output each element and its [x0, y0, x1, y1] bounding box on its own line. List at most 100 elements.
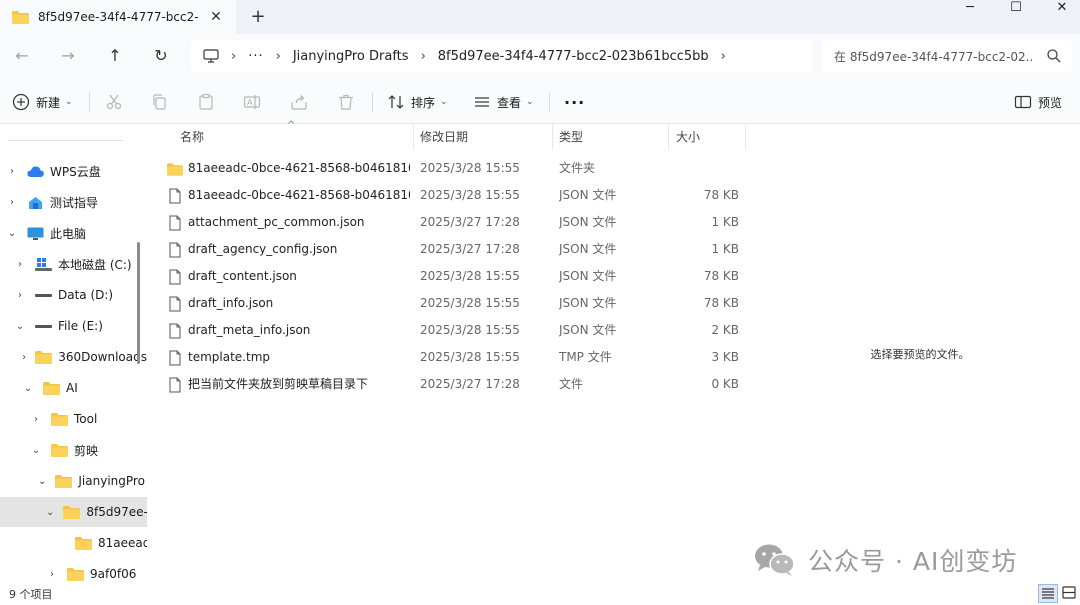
breadcrumb-current-folder[interactable]: 8f5d97ee-34f4-4777-bcc2-023b61bcc5bb	[438, 49, 709, 64]
close-tab-icon[interactable]: ✕	[207, 8, 225, 26]
sidebar-item-label: File (E:)	[58, 319, 103, 333]
column-header-size[interactable]: 大小	[668, 124, 746, 150]
chevron-down-icon: ⌄	[526, 97, 534, 107]
table-row[interactable]: 81aeeadc-0bce-4621-8568-b0461810... 2025/…	[162, 155, 752, 182]
chevron-right-icon[interactable]: ›	[421, 49, 426, 64]
refresh-button[interactable]: ↻	[148, 44, 174, 68]
chevron-right-icon[interactable]: ›	[6, 197, 18, 208]
table-row[interactable]: 81aeeadc-0bce-4621-8568-b0461810... 2025/…	[162, 182, 752, 209]
up-button[interactable]: ↑	[102, 44, 128, 68]
file-size: 0 KB	[711, 377, 739, 391]
more-path-button[interactable]: ···	[248, 49, 263, 64]
new-tab-button[interactable]: +	[248, 7, 268, 27]
window-close-button[interactable]: ✕	[1044, 0, 1080, 20]
sidebar-item-81aeeadc[interactable]: 81aeeadc	[0, 528, 147, 558]
folder-icon	[12, 10, 29, 24]
file-type: JSON 文件	[559, 323, 617, 337]
preview-label: 预览	[1038, 95, 1063, 110]
back-button[interactable]: ←	[9, 44, 35, 68]
chevron-right-icon[interactable]: ›	[276, 49, 281, 64]
sidebar-item-test-guide[interactable]: › 测试指导	[0, 187, 147, 217]
address-bar[interactable]: › ··· › JianyingPro Drafts › 8f5d97ee-34…	[191, 40, 812, 72]
chevron-down-icon[interactable]: ⌄	[46, 507, 54, 518]
sidebar-item-jianyingpro-drafts[interactable]: ⌄ JianyingPro Drafts	[0, 466, 147, 496]
search-icon[interactable]	[1046, 48, 1062, 64]
maximize-button[interactable]: ☐	[998, 0, 1034, 20]
table-row[interactable]: draft_meta_info.json 2025/3/28 15:55 JSON …	[162, 317, 752, 344]
tab-active[interactable]: 8f5d97ee-34f4-4777-bcc2-023 ✕	[0, 0, 236, 34]
file-size: 78 KB	[703, 269, 739, 283]
file-name: 把当前文件夹放到剪映草稿目录下	[188, 377, 369, 391]
table-row[interactable]: 把当前文件夹放到剪映草稿目录下 2025/3/27 17:28 文件 0 KB	[162, 371, 752, 398]
copy-button[interactable]	[151, 90, 169, 114]
sidebar-item-tool[interactable]: › Tool	[0, 404, 147, 434]
sidebar-item-360downloads[interactable]: › 360Downloads	[0, 342, 147, 372]
title-bar: 8f5d97ee-34f4-4777-bcc2-023 ✕ + ─ ☐ ✕	[0, 0, 1080, 34]
table-row[interactable]: draft_info.json 2025/3/28 15:55 JSON 文件 78 …	[162, 290, 752, 317]
folder-icon	[51, 412, 68, 426]
chevron-right-icon[interactable]: ›	[46, 569, 58, 580]
file-size: 78 KB	[703, 188, 739, 202]
chevron-down-icon: ⌄	[65, 97, 73, 107]
file-name: draft_info.json	[188, 296, 274, 310]
column-header-date[interactable]: 修改日期	[412, 124, 553, 150]
new-button[interactable]: 新建 ⌄	[12, 90, 73, 114]
chevron-right-icon[interactable]: ›	[22, 352, 26, 363]
chevron-right-icon[interactable]: ›	[14, 259, 26, 270]
chevron-down-icon[interactable]: ⌄	[6, 228, 18, 239]
cloud-icon	[27, 165, 44, 177]
watermark: 公众号 · AI创变坊	[754, 540, 1017, 580]
chevron-right-icon[interactable]: ›	[14, 290, 26, 301]
rename-button[interactable]: A	[243, 90, 261, 114]
folder-icon	[63, 505, 81, 519]
table-row[interactable]: draft_agency_config.json 2025/3/27 17:28 J…	[162, 236, 752, 263]
cut-button[interactable]	[105, 90, 123, 114]
column-header-label: 类型	[559, 130, 584, 144]
details-view-button[interactable]	[1038, 584, 1058, 603]
delete-button[interactable]	[337, 90, 355, 114]
file-name: 81aeeadc-0bce-4621-8568-b0461810...	[188, 161, 410, 175]
table-row[interactable]: template.tmp 2025/3/28 15:55 TMP 文件 3 KB	[162, 344, 752, 371]
file-name: draft_agency_config.json	[188, 242, 338, 256]
file-type: JSON 文件	[559, 215, 617, 229]
chevron-down-icon[interactable]: ⌄	[14, 321, 26, 332]
paste-button[interactable]	[197, 90, 215, 114]
tiles-view-button[interactable]	[1060, 584, 1080, 603]
sidebar-item-9af0f06[interactable]: › 9af0f06	[0, 559, 147, 582]
file-icon	[169, 188, 181, 204]
chevron-down-icon[interactable]: ⌄	[30, 445, 42, 456]
sidebar-item-ai[interactable]: ⌄ AI	[0, 373, 147, 403]
chevron-down-icon[interactable]: ⌄	[22, 383, 34, 394]
sidebar-scrollbar[interactable]	[137, 242, 140, 364]
view-button[interactable]: 查看 ⌄	[473, 90, 534, 114]
sort-button[interactable]: 排序 ⌄	[387, 90, 448, 114]
sidebar-item-drive-d[interactable]: › Data (D:)	[0, 280, 147, 310]
file-icon	[169, 323, 181, 339]
sidebar-item-this-pc[interactable]: ⌄ 此电脑	[0, 218, 147, 248]
sidebar-item-current-folder[interactable]: ⌄ 8f5d97ee-34f4-4777-bcc2-023b61bcc5bb	[0, 497, 147, 527]
file-size: 1 KB	[711, 242, 739, 256]
sidebar-item-wps-cloud[interactable]: › WPS云盘	[0, 156, 147, 186]
table-row[interactable]: attachment_pc_common.json 2025/3/27 17:28…	[162, 209, 752, 236]
more-options-button[interactable]: ···	[564, 90, 585, 114]
tab-title: 8f5d97ee-34f4-4777-bcc2-023	[38, 10, 198, 24]
minimize-button[interactable]: ─	[952, 0, 988, 20]
chevron-right-icon[interactable]: ›	[231, 49, 236, 64]
folder-icon	[51, 443, 68, 457]
sidebar-item-drive-e[interactable]: ⌄ File (E:)	[0, 311, 147, 341]
chevron-down-icon[interactable]: ⌄	[38, 476, 46, 487]
search-box[interactable]: 在 8f5d97ee-34f4-4777-bcc2-02...	[822, 40, 1072, 72]
chevron-right-icon[interactable]: ›	[6, 166, 18, 177]
forward-button[interactable]: →	[55, 44, 81, 68]
chevron-right-icon[interactable]: ›	[30, 414, 42, 425]
preview-pane: 选择要预览的文件。	[760, 124, 1080, 582]
share-button[interactable]	[290, 90, 308, 114]
table-row[interactable]: draft_content.json 2025/3/28 15:55 JSON 文件…	[162, 263, 752, 290]
breadcrumb-jianyingpro-drafts[interactable]: JianyingPro Drafts	[293, 49, 409, 64]
column-header-type[interactable]: 类型	[551, 124, 669, 150]
chevron-right-icon[interactable]: ›	[721, 49, 726, 64]
sidebar-item-label: WPS云盘	[50, 164, 101, 179]
sidebar-item-jianying[interactable]: ⌄ 剪映	[0, 435, 147, 465]
sidebar-item-drive-c[interactable]: › 本地磁盘 (C:)	[0, 249, 147, 279]
preview-pane-button[interactable]: 预览	[1014, 90, 1062, 114]
